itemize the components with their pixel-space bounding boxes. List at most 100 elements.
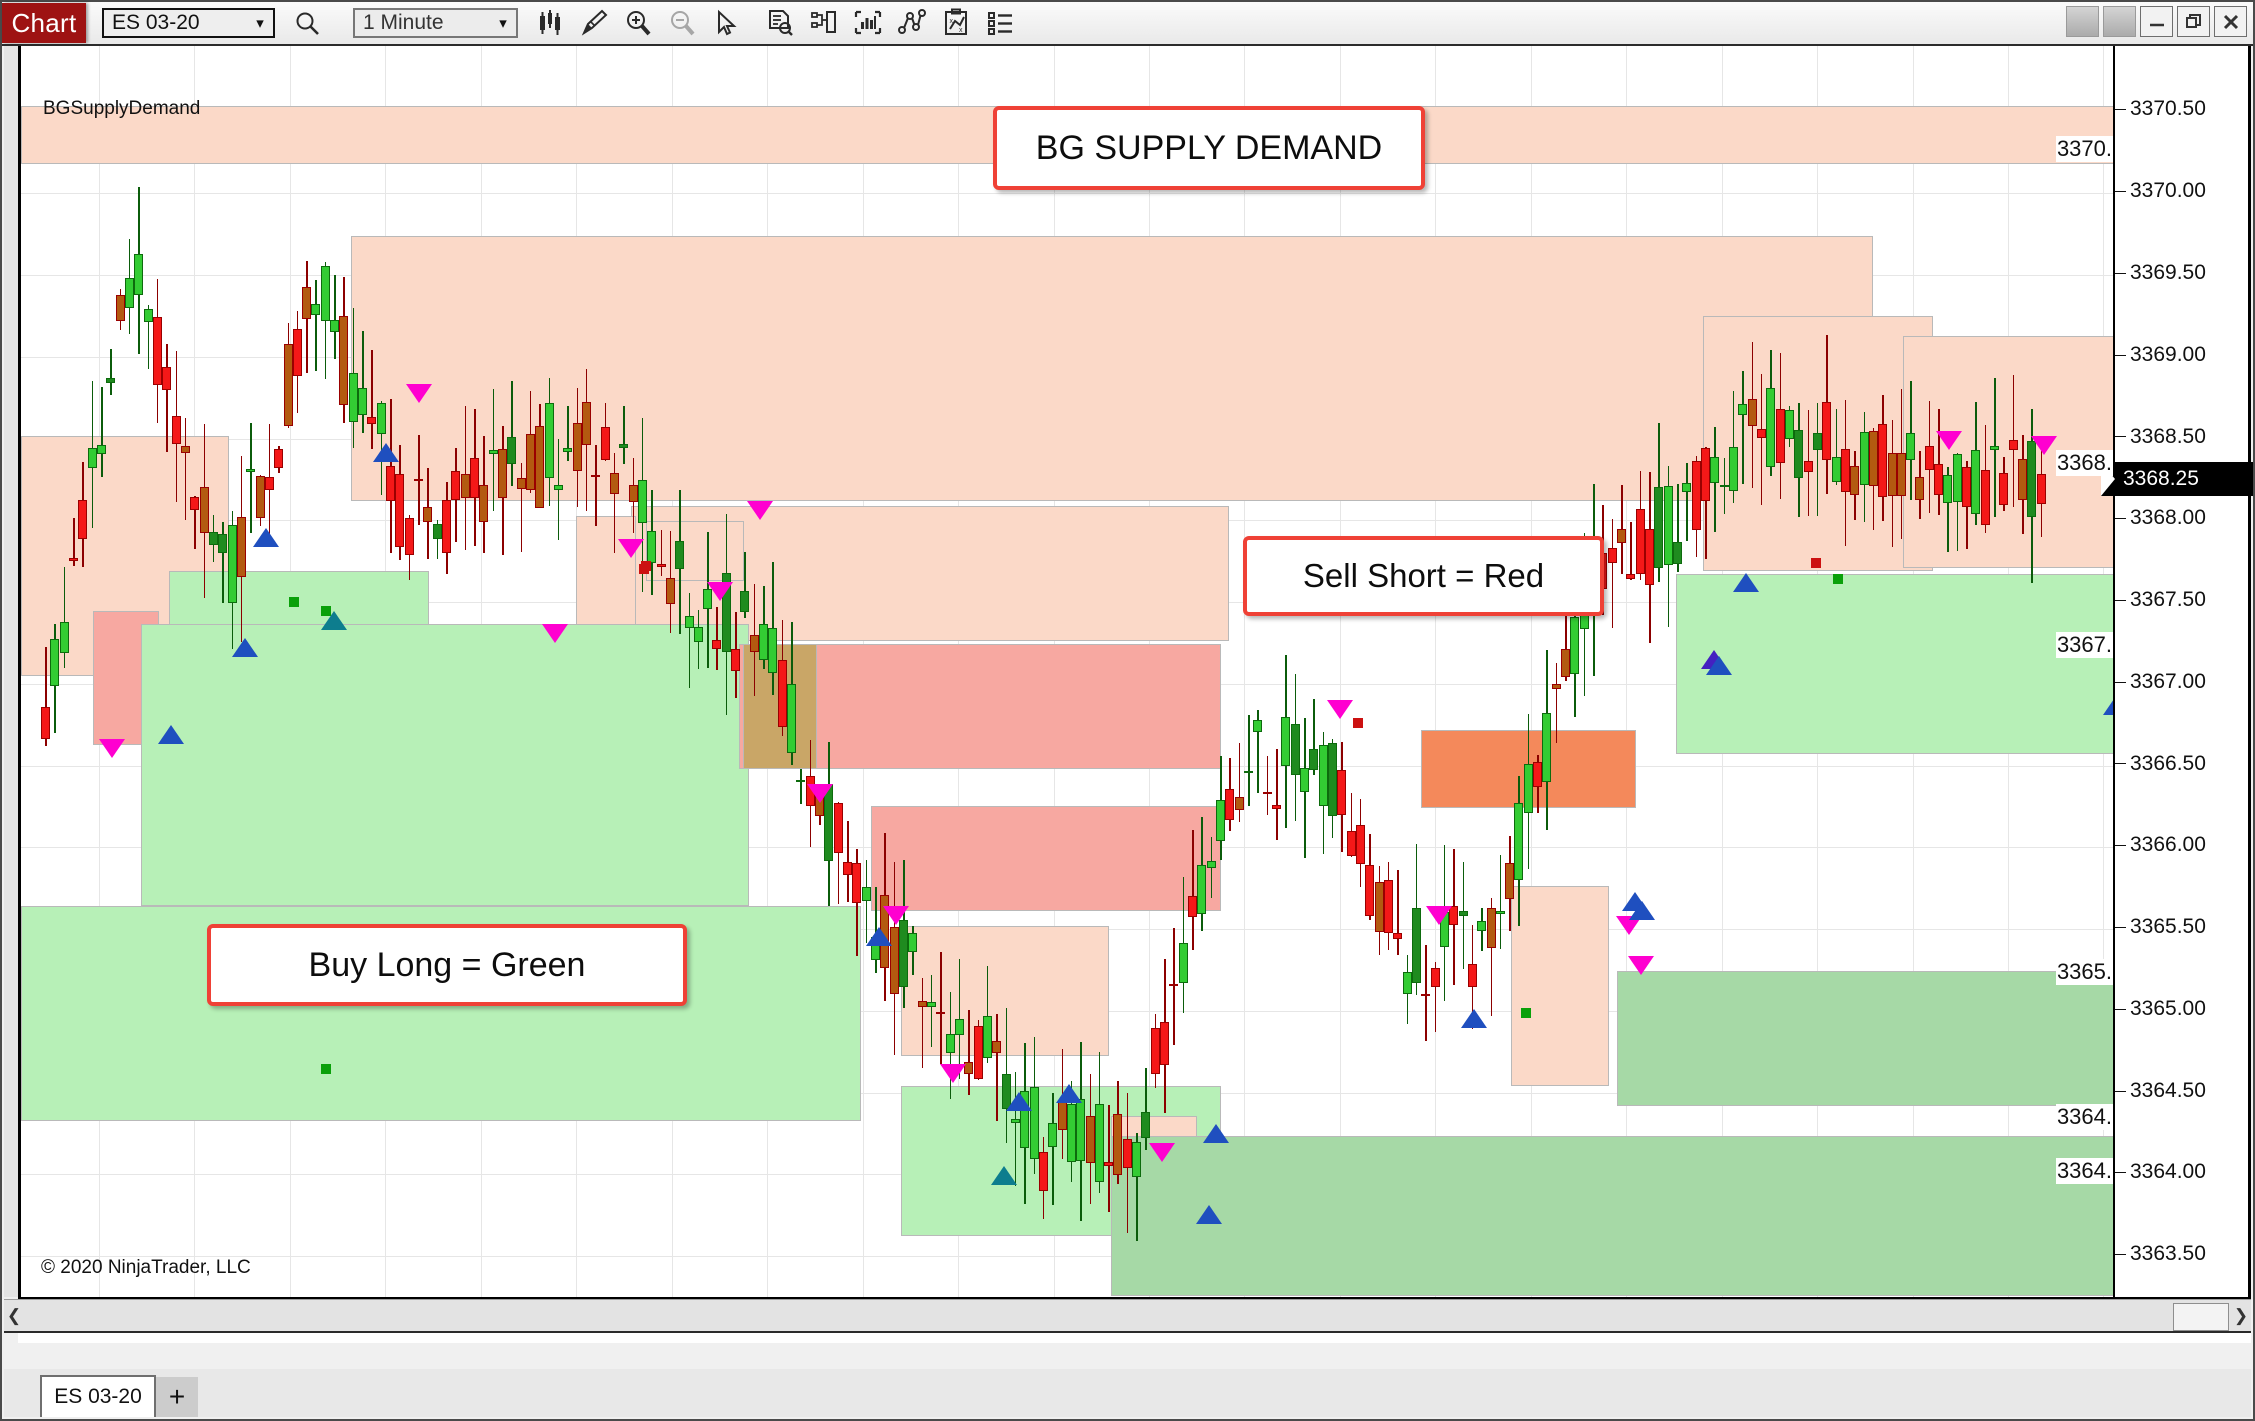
- candle-body: [1962, 467, 1972, 508]
- scroll-left-arrow-icon[interactable]: ❮: [4, 1300, 24, 1332]
- candle-body: [1822, 401, 1832, 461]
- candle-body: [1477, 920, 1487, 931]
- candle-body: [1859, 431, 1869, 485]
- last-price-marker: 3368.25: [2101, 462, 2253, 497]
- price-axis-tick: 3367.50: [2115, 588, 2206, 612]
- order-fill-dot: [1521, 1008, 1531, 1018]
- candle-wick: [940, 951, 942, 1064]
- strategies-icon[interactable]: [890, 2, 934, 44]
- candle-body: [852, 863, 862, 904]
- horizontal-scrollbar[interactable]: ❮ ❯: [4, 1299, 2251, 1333]
- order-fill-dot: [1833, 574, 1843, 584]
- candle-body: [404, 518, 414, 556]
- candle-body: [1878, 424, 1888, 497]
- candle-body: [50, 638, 60, 686]
- candle-body: [87, 447, 97, 468]
- data-series-icon[interactable]: [758, 2, 802, 44]
- zoom-in-icon[interactable]: [616, 2, 660, 44]
- bar-type-icon[interactable]: [528, 2, 572, 44]
- zoom-out-icon[interactable]: [660, 2, 704, 44]
- candle-wick: [660, 529, 663, 577]
- candle-body: [1701, 447, 1710, 502]
- chart-toolbar: Chart ES 03-20 ▾ 1 Minute ▾ x x: [2, 2, 2253, 46]
- minimize-button[interactable]: [2140, 6, 2173, 37]
- order-fill-dot: [1811, 558, 1821, 568]
- chart-template-icon[interactable]: [802, 2, 846, 44]
- window-restore-group-1-button[interactable]: [2066, 6, 2099, 37]
- cursor-pointer-icon[interactable]: [704, 2, 748, 44]
- scrollbar-thumb[interactable]: [2173, 1303, 2229, 1331]
- tab-es-03-20[interactable]: ES 03-20: [40, 1375, 156, 1417]
- candle-body: [693, 627, 703, 643]
- window-controls: [2066, 6, 2247, 37]
- candle-body: [908, 932, 918, 952]
- buy-long-marker-icon: [1733, 573, 1759, 592]
- candle-body: [1458, 911, 1468, 917]
- candle-wick: [557, 439, 560, 541]
- close-button[interactable]: [2214, 6, 2247, 37]
- candle-body: [460, 473, 470, 498]
- maximize-button[interactable]: [2177, 6, 2210, 37]
- price-axis-tick: 3370.50: [2115, 97, 2206, 121]
- window-restore-group-2-button[interactable]: [2103, 6, 2136, 37]
- chart-canvas-region[interactable]: BGSupplyDemand © 2020 NinjaTrader, LLC B…: [4, 46, 2253, 1343]
- sell-short-marker-icon: [1426, 906, 1452, 925]
- candle-body: [1038, 1151, 1048, 1191]
- candle-body: [330, 320, 340, 332]
- price-plot-area[interactable]: BGSupplyDemand © 2020 NinjaTrader, LLC B…: [18, 46, 2113, 1297]
- candle-body: [41, 707, 50, 739]
- candle-wick: [1816, 402, 1819, 516]
- candle-wick: [1276, 749, 1278, 841]
- candle-body: [525, 433, 535, 490]
- annotation-callout-3: Buy Long = Green: [207, 924, 687, 1006]
- candle-wick: [334, 275, 336, 359]
- candle-body: [479, 485, 489, 523]
- candle-body: [1253, 720, 1263, 732]
- candle-body: [1150, 1028, 1160, 1074]
- candle-body: [1999, 473, 2009, 505]
- candle-body: [1355, 825, 1365, 865]
- candle-body: [348, 373, 358, 423]
- price-axis-tick: 3366.00: [2115, 833, 2206, 857]
- instrument-selector[interactable]: ES 03-20 ▾: [102, 8, 275, 38]
- candle-body: [1010, 1119, 1020, 1124]
- properties-list-icon[interactable]: [978, 2, 1022, 44]
- ninjatrader-chart-window: Chart ES 03-20 ▾ 1 Minute ▾ x x BGSupply…: [0, 0, 2255, 1421]
- candle-body: [507, 437, 517, 464]
- candle-body: [1794, 430, 1804, 478]
- candle-body: [1309, 749, 1319, 771]
- candle-body: [1066, 1103, 1076, 1162]
- sell-short-marker-icon: [1327, 700, 1353, 719]
- sell-short-marker-icon: [1936, 431, 1962, 450]
- candle-body: [861, 886, 871, 901]
- price-axis[interactable]: 3370.50 3370.00 3369.50 3369.00 3368.50 3368.…: [2101, 46, 2253, 1297]
- candle-body: [749, 635, 759, 653]
- search-icon[interactable]: [285, 2, 329, 44]
- candle-body: [656, 564, 666, 567]
- strategy-analyzer-icon[interactable]: x x: [934, 2, 978, 44]
- buy-long-marker-icon: [1056, 1084, 1082, 1103]
- scroll-right-arrow-icon[interactable]: ❯: [2231, 1300, 2251, 1332]
- grid-line-vertical: [1626, 46, 1628, 1297]
- candle-wick: [1686, 462, 1688, 541]
- interval-selector[interactable]: 1 Minute ▾: [353, 8, 518, 38]
- candle-body: [647, 530, 657, 564]
- candle-body: [1421, 994, 1431, 997]
- candle-body: [945, 1034, 955, 1053]
- candle-wick: [595, 445, 597, 526]
- candle-body: [423, 507, 433, 523]
- candle-body: [1887, 452, 1897, 496]
- candle-body: [59, 622, 69, 653]
- add-tab-button[interactable]: +: [156, 1377, 198, 1417]
- candle-body: [1393, 933, 1403, 940]
- candle-wick: [315, 280, 317, 371]
- candle-body: [535, 426, 545, 508]
- inline-price-label: 3364.: [2055, 1104, 2113, 1131]
- drawing-tools-icon[interactable]: [572, 2, 616, 44]
- candle-body: [1430, 967, 1440, 988]
- indicators-icon[interactable]: [846, 2, 890, 44]
- candle-wick: [362, 330, 364, 434]
- candle-body: [1561, 648, 1571, 678]
- candle-body: [1505, 862, 1515, 900]
- candle-body: [442, 499, 451, 554]
